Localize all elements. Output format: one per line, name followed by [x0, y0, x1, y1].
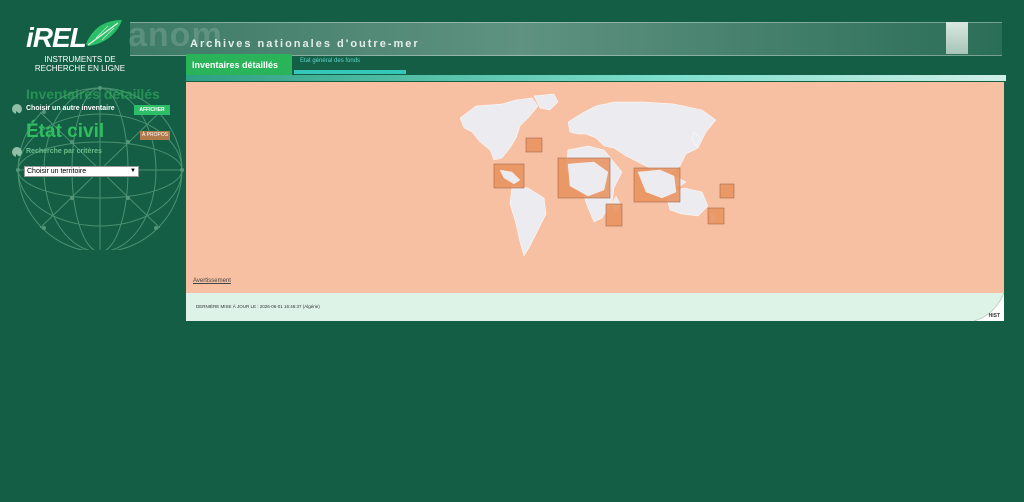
region-indian-ocean[interactable] — [605, 203, 623, 227]
afficher-button[interactable]: AFFICHER — [134, 105, 170, 115]
territory-select[interactable]: Choisir un territoire ▼ — [24, 166, 139, 177]
anom-corner-logo-icon — [946, 22, 968, 54]
irel-logo-text: iREL — [26, 22, 87, 53]
header-stripe — [186, 75, 1006, 81]
irel-logo[interactable]: iREL — [18, 18, 128, 58]
tab-etat-general-des-fonds[interactable]: Etat général des fonds — [294, 58, 406, 74]
sidebar-section-title: Inventaires détaillés — [26, 86, 160, 102]
greenland-shape — [533, 93, 559, 111]
inventory-name: État civil — [26, 121, 105, 142]
footer: DERNIÈRE MISE À JOUR LE : 2026-06-01 15:… — [186, 293, 1004, 321]
avertissement-link[interactable]: Avertissement — [193, 278, 231, 284]
tab-inventaires-detailles[interactable]: Inventaires détaillés — [186, 54, 292, 76]
leaf-icon — [86, 20, 122, 46]
search-by-criteria-link[interactable]: Recherche par critères — [26, 148, 102, 155]
play-icon — [16, 111, 20, 117]
chevron-down-icon: ▼ — [130, 168, 136, 174]
last-update-text: DERNIÈRE MISE À JOUR LE : 2026-06-01 15:… — [196, 304, 320, 309]
tab-etat-general-label: Etat général des fonds — [300, 58, 361, 64]
region-saint-pierre-miquelon[interactable] — [525, 137, 543, 153]
world-map — [459, 93, 735, 256]
arrow-right-icon[interactable] — [12, 147, 22, 160]
territory-select-value: Choisir un territoire — [27, 168, 87, 175]
history-link[interactable]: HIST — [989, 313, 1000, 319]
arrow-right-icon[interactable] — [12, 104, 22, 117]
tab-underline — [294, 70, 406, 74]
south-america-shape — [509, 185, 547, 256]
play-icon — [16, 154, 20, 160]
a-propos-button[interactable]: À PROPOS — [140, 131, 170, 140]
region-new-caledonia[interactable] — [707, 207, 725, 225]
region-pacific[interactable] — [719, 183, 735, 199]
choose-inventory-label: Choisir un autre inventaire — [26, 105, 115, 112]
site-title: Archives nationales d'outre-mer — [190, 38, 420, 50]
map-panel: Avertissement — [186, 82, 1004, 293]
